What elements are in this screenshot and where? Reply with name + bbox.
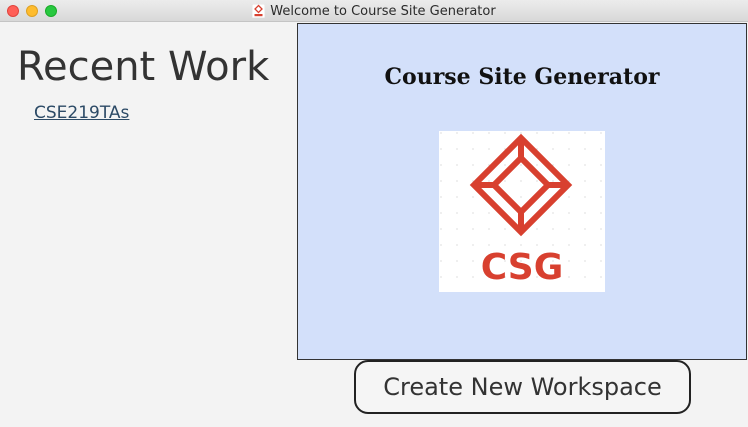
create-new-workspace-button[interactable]: Create New Workspace [354, 360, 691, 414]
csg-logo-icon: CSG [439, 131, 605, 292]
csg-app-icon [252, 4, 266, 18]
window-titlebar: Welcome to Course Site Generator [0, 0, 748, 22]
splash-title: Course Site Generator [384, 64, 660, 90]
splash-panel: Course Site Generator CSG [297, 23, 747, 360]
window-title-area: Welcome to Course Site Generator [0, 0, 748, 22]
recent-item-link[interactable]: CSE219TAs [34, 103, 129, 123]
csg-logo-image: CSG [439, 131, 605, 292]
recent-work-heading: Recent Work [17, 44, 270, 90]
window-title: Welcome to Course Site Generator [270, 3, 496, 19]
logo-text: CSG [481, 247, 564, 288]
